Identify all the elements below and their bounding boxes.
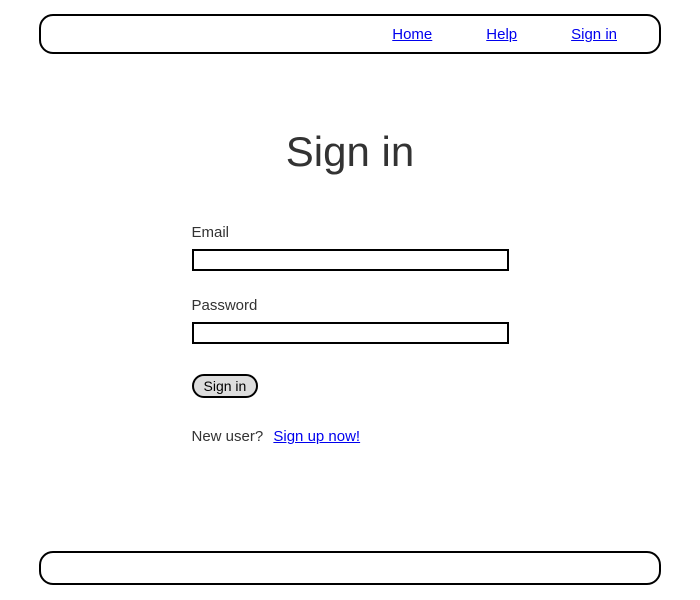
signup-link[interactable]: Sign up now! (273, 428, 360, 445)
email-field[interactable] (192, 249, 509, 271)
top-nav-bar: Home Help Sign in (39, 14, 661, 54)
signin-form: Email Password Sign in New user? Sign up… (192, 224, 509, 445)
main-content: Sign in Email Password Sign in New user?… (0, 128, 700, 445)
nav-home-link[interactable]: Home (392, 26, 432, 43)
signup-prompt-text: New user? (192, 428, 264, 445)
email-label: Email (192, 224, 509, 241)
footer-bar (39, 551, 661, 585)
password-field[interactable] (192, 322, 509, 344)
nav-help-link[interactable]: Help (486, 26, 517, 43)
page-title: Sign in (0, 128, 700, 176)
password-label: Password (192, 297, 509, 314)
signin-button[interactable]: Sign in (192, 374, 259, 398)
signup-prompt-row: New user? Sign up now! (192, 428, 509, 445)
nav-signin-link[interactable]: Sign in (571, 26, 617, 43)
